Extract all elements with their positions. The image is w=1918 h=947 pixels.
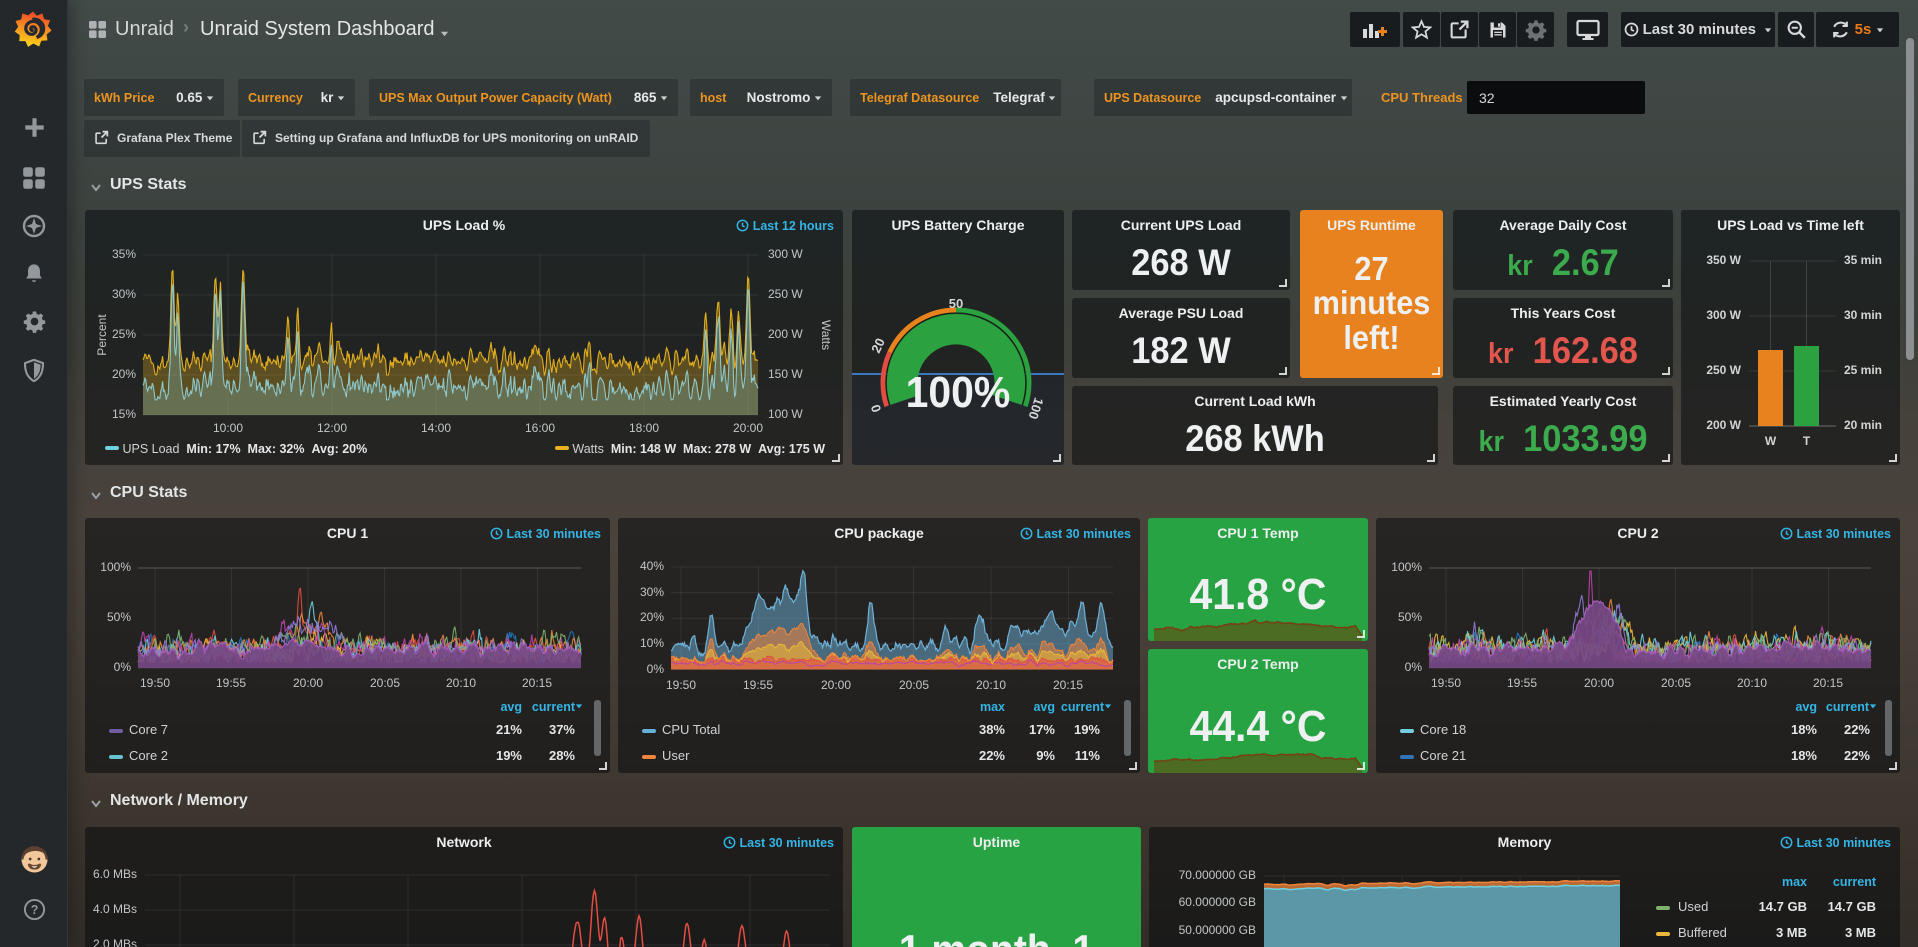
svg-text:?: ? — [30, 903, 38, 917]
